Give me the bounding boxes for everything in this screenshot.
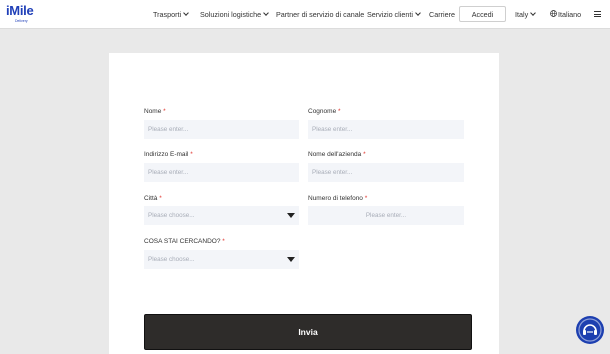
azienda-label-text: Nome dell'azienda (308, 151, 362, 158)
email-label: Indirizzo E-mail * (144, 151, 193, 158)
required-mark: * (190, 151, 193, 158)
chat-support-icon (578, 318, 602, 342)
cognome-placeholder: Please enter... (312, 126, 353, 133)
citta-select[interactable]: Please choose... (144, 206, 299, 225)
cognome-label: Cognome * (308, 108, 341, 115)
email-input[interactable]: Please enter... (144, 163, 299, 182)
cerca-label-text: COSA STAI CERCANDO? (144, 238, 221, 245)
required-mark: * (364, 195, 368, 202)
language-selector[interactable]: Italiano (558, 10, 581, 19)
required-mark: * (338, 108, 341, 115)
azienda-label: Nome dell'azienda * (308, 151, 366, 158)
nome-label: Nome * (144, 108, 166, 115)
nav-soluzioni-label: Soluzioni logistiche (200, 10, 262, 19)
nav-servizio-label: Servizio clienti (367, 10, 413, 19)
cerca-placeholder: Please choose... (148, 256, 195, 263)
email-label-text: Indirizzo E-mail (144, 151, 189, 158)
caret-down-icon (287, 257, 295, 262)
chevron-down-icon (263, 10, 269, 16)
logo-subtext: Delivery (15, 19, 28, 23)
required-mark: * (363, 151, 366, 158)
nome-label-text: Nome (144, 108, 162, 115)
language-label: Italiano (558, 10, 582, 19)
nav-trasporti[interactable]: Trasporti (153, 10, 189, 19)
citta-label: Città * (144, 195, 162, 202)
login-button[interactable]: Accedi (459, 6, 506, 22)
submit-button[interactable]: Invia (144, 314, 472, 350)
email-placeholder: Please enter... (148, 169, 189, 176)
required-mark: * (163, 108, 166, 115)
nav-servizio-clienti[interactable]: Servizio clienti (367, 10, 421, 19)
nav-trasporti-label: Trasporti (153, 10, 182, 19)
country-label: Italy (515, 10, 529, 19)
chat-support-button[interactable] (576, 316, 604, 344)
cerca-label: COSA STAI CERCANDO? * (144, 238, 225, 245)
required-mark: * (159, 195, 162, 202)
azienda-placeholder: Please enter... (312, 169, 353, 176)
imile-logo[interactable]: iMile Delivery (6, 3, 42, 25)
nome-placeholder: Please enter... (148, 126, 189, 133)
cognome-label-text: Cognome (308, 108, 337, 115)
azienda-input[interactable]: Please enter... (308, 163, 464, 182)
telefono-label: Numero di telefono * (308, 195, 367, 202)
citta-label-text: Città (144, 195, 158, 202)
nav-carriere[interactable]: Carriere (429, 10, 455, 19)
nav-soluzioni-logistiche[interactable]: Soluzioni logistiche (200, 10, 269, 19)
required-mark: * (222, 238, 225, 245)
cognome-input[interactable]: Please enter... (308, 120, 464, 139)
contact-form-card (109, 53, 499, 354)
chevron-down-icon (183, 10, 189, 16)
nome-input[interactable]: Please enter... (144, 120, 299, 139)
chevron-down-icon (415, 10, 421, 16)
nav-carriere-label: Carriere (429, 10, 455, 19)
nav-partner[interactable]: Partner di servizio di canale (276, 10, 364, 19)
telefono-input[interactable]: Please enter... (308, 206, 464, 225)
country-selector[interactable]: Italy (515, 10, 537, 19)
logo-text: iMile (6, 3, 34, 18)
top-navigation-bar: iMile Delivery Trasporti Soluzioni logis… (0, 0, 610, 29)
cerca-select[interactable]: Please choose... (144, 250, 299, 269)
menu-icon[interactable] (594, 11, 601, 17)
caret-down-icon (287, 213, 295, 218)
citta-placeholder: Please choose... (148, 212, 195, 219)
telefono-placeholder: Please enter... (365, 212, 407, 219)
chevron-down-icon (530, 10, 537, 16)
nav-partner-label: Partner di servizio di canale (276, 10, 365, 19)
globe-icon (550, 10, 557, 17)
telefono-label-text: Numero di telefono (308, 195, 363, 202)
